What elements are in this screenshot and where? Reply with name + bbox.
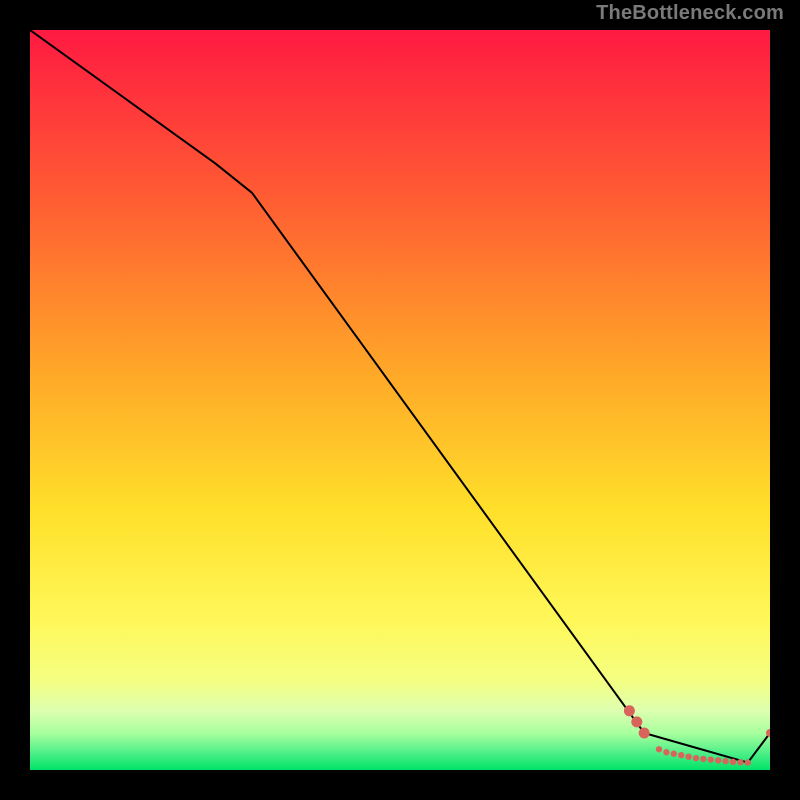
highlight-point xyxy=(722,758,728,764)
highlight-point xyxy=(671,751,677,757)
highlight-point xyxy=(737,759,743,765)
plot-area xyxy=(30,30,770,770)
chart-svg xyxy=(30,30,770,770)
highlight-point xyxy=(693,755,699,761)
highlight-point xyxy=(663,749,669,755)
gradient-background xyxy=(30,30,770,770)
highlight-point xyxy=(631,716,642,727)
highlight-point xyxy=(685,753,691,759)
highlight-point xyxy=(745,759,751,765)
highlight-point xyxy=(700,756,706,762)
chart-frame: TheBottleneck.com xyxy=(0,0,800,800)
highlight-point xyxy=(656,746,662,752)
highlight-point xyxy=(624,705,635,716)
watermark-text: TheBottleneck.com xyxy=(596,2,784,25)
highlight-point xyxy=(639,728,650,739)
highlight-point xyxy=(708,756,714,762)
highlight-point xyxy=(730,759,736,765)
highlight-point xyxy=(678,752,684,758)
highlight-point xyxy=(715,757,721,763)
